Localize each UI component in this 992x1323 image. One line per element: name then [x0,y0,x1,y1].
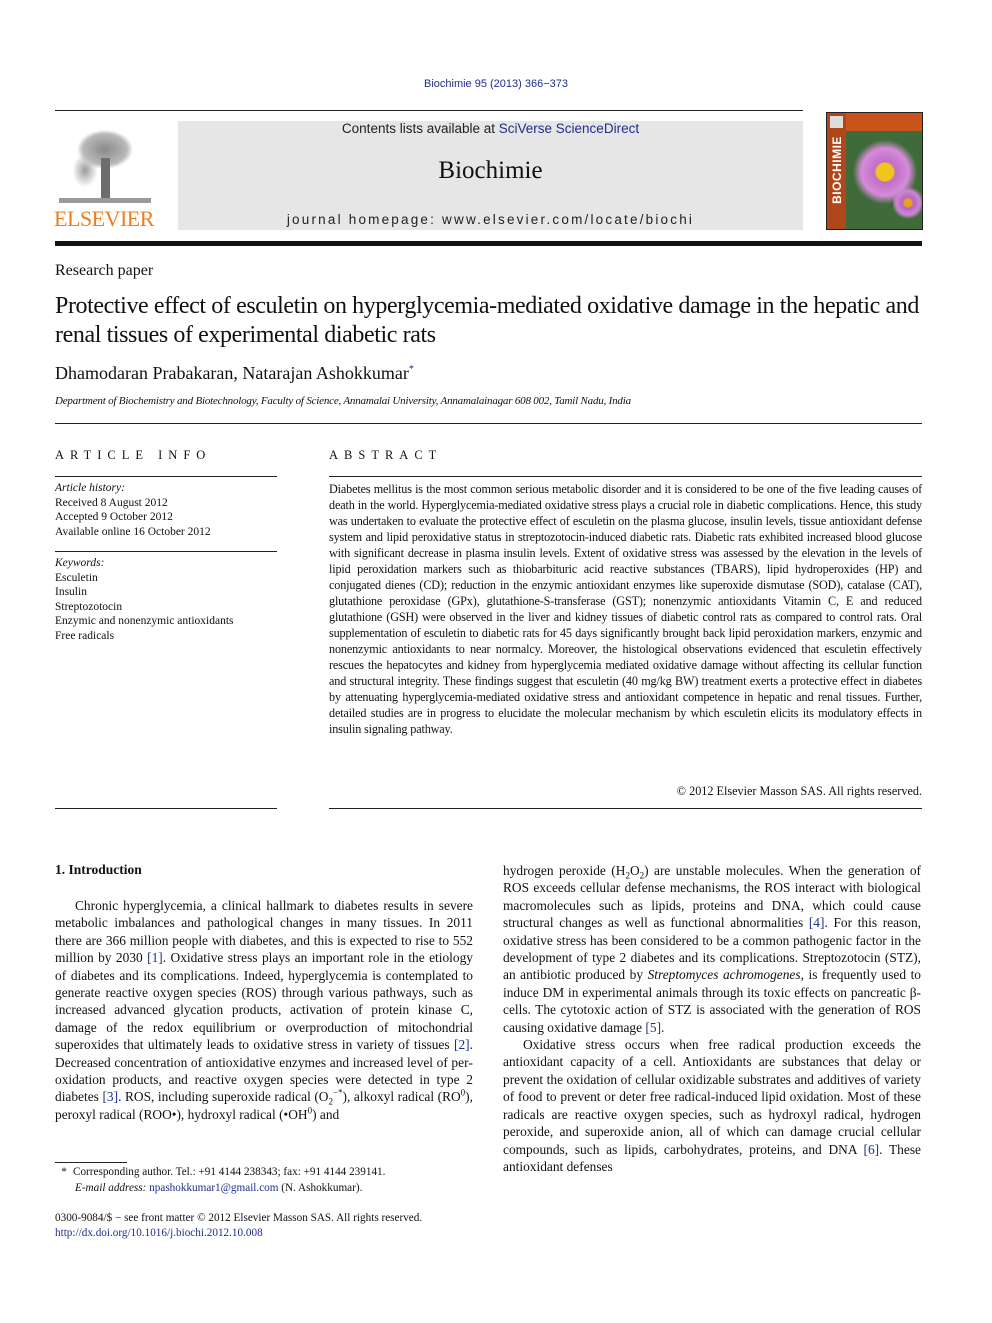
article-title: Protective effect of esculetin on hyperg… [55,293,919,348]
elsevier-tree-icon [55,120,155,204]
corresponding-author-contact: Corresponding author. Tel.: +91 4144 238… [73,1166,386,1178]
keyword: Enzymic and nonenzymic antioxidants [55,615,234,627]
affiliation: Department of Biochemistry and Biotechno… [55,395,631,407]
keyword: Streptozotocin [55,600,123,613]
authors-text: Dhamodaran Prabakaran, Natarajan Ashokku… [55,363,409,383]
keyword: Esculetin [55,571,98,584]
footnote-mark: * [61,1166,67,1178]
journal-homepage-link[interactable]: journal homepage: www.elsevier.com/locat… [178,212,803,227]
author-list: Dhamodaran Prabakaran, Natarajan Ashokku… [55,363,414,384]
footnote-rule [55,1162,127,1163]
history-online: Available online 16 October 2012 [55,525,211,538]
paragraph: Oxidative stress occurs when free radica… [503,1037,921,1174]
abstract-rule [329,808,922,809]
citation-ref[interactable]: [5] [645,1020,661,1035]
elsevier-wordmark: ELSEVIER [54,206,154,231]
abstract-heading: ABSTRACT [329,448,443,462]
cover-spine-title: BIOCHIMIE [830,136,844,204]
info-rule [55,551,277,552]
journal-cover-image[interactable]: BIOCHIMIE [826,112,923,230]
info-rule [55,476,277,477]
body-column-left: Chronic hyperglycemia, a clinical hallma… [55,897,473,1123]
header-thick-rule [55,241,922,246]
issn-copyright: 0300-9084/$ − see front matter © 2012 El… [55,1212,423,1224]
citation-ref[interactable]: [3] [102,1089,118,1104]
keyword: Insulin [55,586,87,598]
email-label: E-mail address: [75,1181,147,1194]
corresponding-author-mark[interactable]: * [409,364,414,375]
corresponding-author-footnote: * Corresponding author. Tel.: +91 4144 23… [55,1165,485,1196]
abstract-copyright: © 2012 Elsevier Masson SAS. All rights r… [676,784,922,798]
elsevier-logo[interactable]: ELSEVIER [54,120,156,232]
history-accepted: Accepted 9 October 2012 [55,511,173,523]
history-label: Article history: [55,482,125,494]
doi-link[interactable]: http://dx.doi.org/10.1016/j.biochi.2012.… [55,1227,263,1239]
species-name: Streptomyces achromogenes [647,967,801,983]
contents-prefix: Contents lists available at [341,121,499,136]
contents-line: Contents lists available at SciVerse Sci… [178,121,803,136]
email-link[interactable]: npashokkumar1@gmail.com [149,1182,278,1194]
citation-ref[interactable]: [6] [864,1142,880,1157]
abstract-text: Diabetes mellitus is the most common ser… [329,482,922,736]
article-history: Article history: Received 8 August 2012 … [55,481,277,539]
keywords-label: Keywords: [55,557,105,569]
header-rule [55,110,803,111]
keywords: Keywords: Esculetin Insulin Streptozotoc… [55,556,277,643]
paragraph: hydrogen peroxide (H2O2) are unstable mo… [503,863,921,1035]
citation-ref[interactable]: [2] [454,1037,470,1052]
keyword: Free radicals [55,629,115,642]
journal-citation-link[interactable]: Biochimie 95 (2013) 366−373 [0,78,992,90]
info-rule [55,808,277,809]
paragraph: Chronic hyperglycemia, a clinical hallma… [55,898,473,1122]
sciencedirect-link[interactable]: SciVerse ScienceDirect [499,121,639,136]
title-rule [55,423,922,424]
section-heading-introduction: 1. Introduction [55,862,142,877]
article-type: Research paper [55,262,154,279]
history-received: Received 8 August 2012 [55,496,168,509]
journal-name: Biochimie [438,157,543,184]
abstract-rule [329,476,922,477]
lotus-flower-icon [893,183,922,219]
citation-ref[interactable]: [1] [147,950,163,965]
article-info-heading: ARTICLE INFO [55,448,212,462]
body-column-right: hydrogen peroxide (H2O2) are unstable mo… [503,862,921,1175]
citation-ref[interactable]: [4] [809,915,825,930]
front-matter: 0300-9084/$ − see front matter © 2012 El… [55,1211,485,1241]
